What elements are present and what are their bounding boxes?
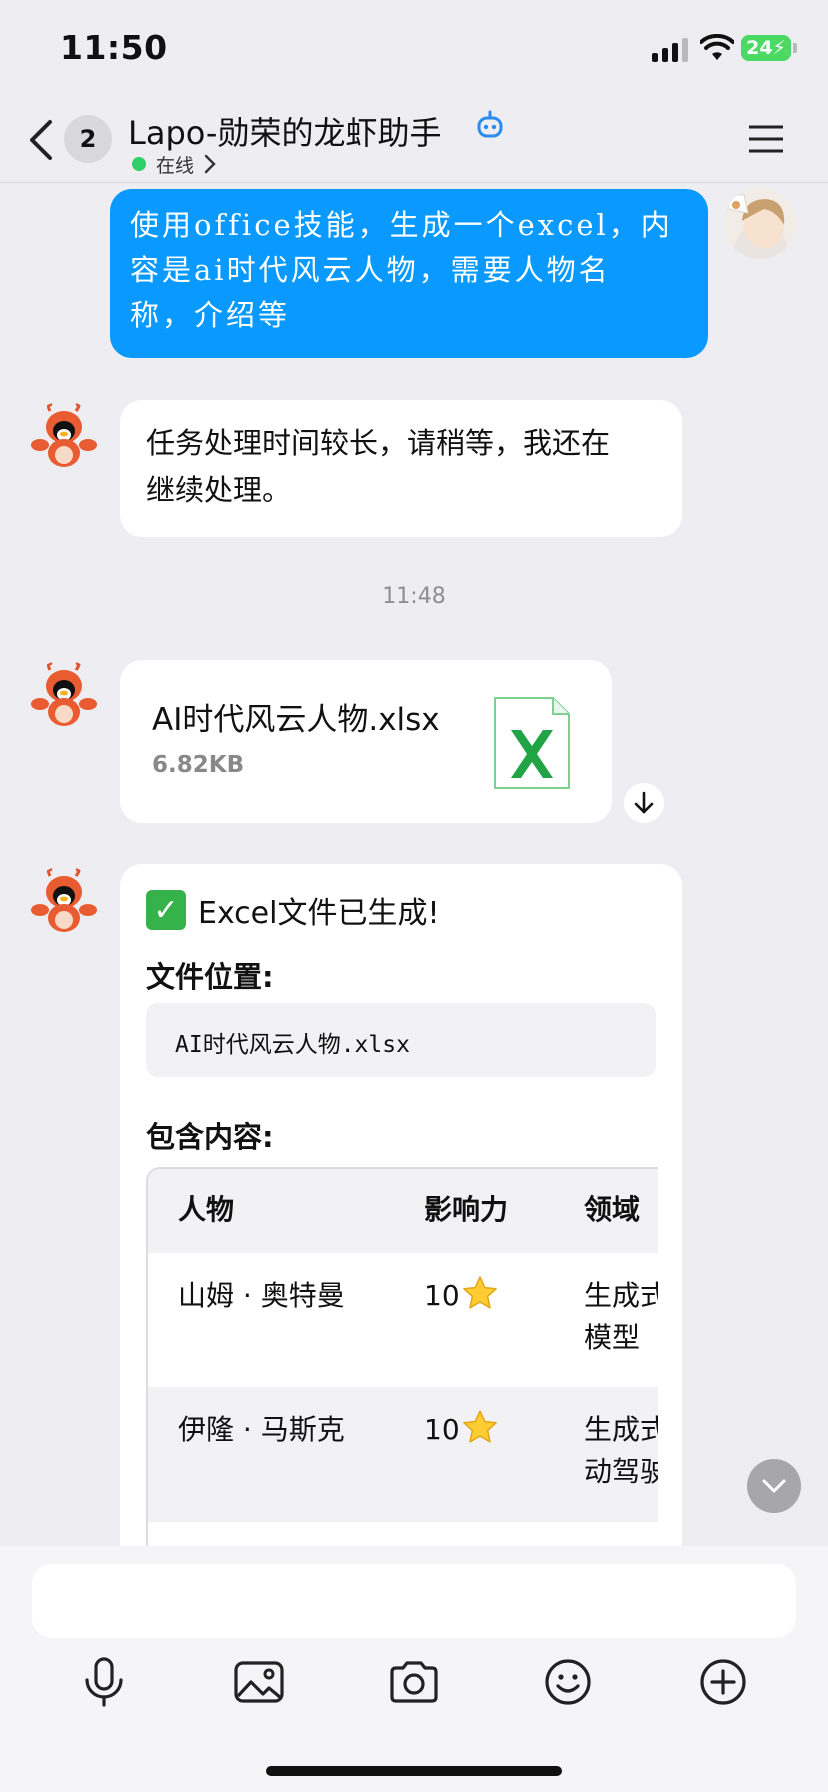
- emoji-button[interactable]: [538, 1652, 598, 1712]
- file-name: AI时代风云人物.xlsx: [152, 702, 440, 738]
- content-label: 包含内容:: [146, 1120, 274, 1154]
- home-indicator: [266, 1766, 562, 1776]
- status-time: 11:50: [60, 28, 168, 67]
- image-icon: [234, 1661, 284, 1703]
- table-header-cell: 领域: [584, 1193, 641, 1226]
- result-title: Excel文件已生成!: [198, 896, 440, 931]
- online-status[interactable]: 在线: [132, 152, 216, 177]
- bot-avatar[interactable]: [28, 401, 100, 473]
- field-line: 模型: [584, 1321, 641, 1354]
- excel-file-icon: [494, 697, 570, 789]
- more-button[interactable]: [693, 1652, 753, 1712]
- table-row: 伊隆 · 马斯克 10 生成式 动驾驶: [148, 1387, 658, 1521]
- star-icon: [462, 1410, 497, 1443]
- influence-cell: 10: [424, 1275, 498, 1317]
- chat-header: 2 Lapo-勋荣的龙虾助手 在线: [0, 96, 828, 183]
- field-line: 生成式: [584, 1279, 658, 1312]
- table-header-cell: 人物: [178, 1193, 235, 1226]
- wifi-icon: [700, 34, 734, 60]
- influence-value: 10: [424, 1279, 460, 1312]
- content-table[interactable]: 人物 影响力 领域 山姆 · 奥特曼 10 生成式 模型 伊隆 · 马斯克 10…: [146, 1167, 658, 1549]
- scroll-to-bottom-button[interactable]: [747, 1459, 801, 1513]
- download-button[interactable]: [624, 783, 664, 823]
- influence-value: 10: [424, 1413, 460, 1446]
- table-row: 山姆 · 奥特曼 10 生成式 模型: [148, 1253, 658, 1387]
- person-name-cell: 伊隆 · 马斯克: [178, 1413, 345, 1446]
- camera-icon: [390, 1661, 438, 1703]
- unread-count-badge[interactable]: 2: [64, 115, 112, 163]
- back-chevron-icon[interactable]: [26, 118, 56, 162]
- field-cell: 生成式 动驾驶: [584, 1409, 658, 1493]
- image-button[interactable]: [229, 1652, 289, 1712]
- bot-icon: [477, 110, 503, 138]
- user-avatar[interactable]: [724, 187, 796, 259]
- status-bar: 11:50 24 ⚡: [0, 0, 828, 96]
- bot-wait-bubble[interactable]: 任务处理时间较长，请稍等，我还在 继续处理。: [120, 400, 682, 537]
- bot-avatar[interactable]: [28, 660, 100, 732]
- user-message-bubble[interactable]: 使用office技能，生成一个excel，内 容是ai时代风云人物，需要人物名 …: [110, 189, 708, 358]
- bot-avatar[interactable]: [28, 866, 100, 938]
- person-name-cell: 山姆 · 奥特曼: [178, 1279, 345, 1312]
- field-cell: 生成式 模型: [584, 1275, 658, 1359]
- microphone-icon: [85, 1657, 123, 1707]
- table-header-cell: 影响力: [424, 1193, 509, 1226]
- file-card[interactable]: AI时代风云人物.xlsx 6.82KB: [120, 660, 612, 823]
- user-message-line: 容是ai时代风云人物，需要人物名: [130, 253, 611, 287]
- battery-cap: [793, 43, 797, 53]
- lobster-mascot-icon: [31, 662, 97, 726]
- user-message-line: 称，介绍等: [130, 298, 291, 332]
- table-row: [148, 1521, 658, 1549]
- field-line: 动驾驶: [584, 1455, 658, 1488]
- checkmark-icon: ✓: [146, 890, 186, 930]
- anime-avatar-icon: [724, 187, 796, 259]
- result-title-row: ✓ Excel文件已生成!: [146, 888, 440, 932]
- camera-button[interactable]: [384, 1652, 444, 1712]
- chevron-down-icon: [762, 1479, 786, 1493]
- emoji-icon: [545, 1659, 591, 1705]
- file-location-code: AI时代风云人物.xlsx: [146, 1003, 656, 1077]
- user-message-line: 使用office技能，生成一个excel，内: [130, 208, 673, 242]
- file-location-label: 文件位置:: [146, 960, 274, 994]
- online-dot-icon: [132, 157, 146, 171]
- voice-button[interactable]: [74, 1652, 134, 1712]
- chevron-right-icon: [204, 154, 216, 174]
- message-input[interactable]: [32, 1564, 796, 1638]
- battery-icon: 24 ⚡: [741, 35, 791, 61]
- chat-title[interactable]: Lapo-勋荣的龙虾助手: [128, 108, 441, 154]
- download-arrow-icon: [634, 791, 654, 814]
- input-bar: [0, 1546, 828, 1792]
- battery-level: 24: [746, 37, 773, 59]
- influence-cell: 10: [424, 1409, 498, 1451]
- online-status-label: 在线: [156, 154, 195, 177]
- table-header-row: 人物 影响力 领域: [148, 1169, 658, 1253]
- result-card[interactable]: ✓ Excel文件已生成! 文件位置: AI时代风云人物.xlsx 包含内容: …: [120, 864, 682, 1564]
- lobster-mascot-icon: [31, 403, 97, 467]
- field-line: 生成式: [584, 1413, 658, 1446]
- bot-message-line: 任务处理时间较长，请稍等，我还在: [146, 426, 611, 460]
- star-icon: [462, 1276, 497, 1309]
- plus-icon: [700, 1659, 746, 1705]
- lobster-mascot-icon: [31, 868, 97, 932]
- message-timestamp: 11:48: [382, 584, 446, 609]
- bot-message-line: 继续处理。: [146, 473, 292, 507]
- menu-icon[interactable]: [748, 124, 784, 154]
- file-size: 6.82KB: [152, 752, 245, 778]
- cellular-signal-icon: [652, 38, 690, 62]
